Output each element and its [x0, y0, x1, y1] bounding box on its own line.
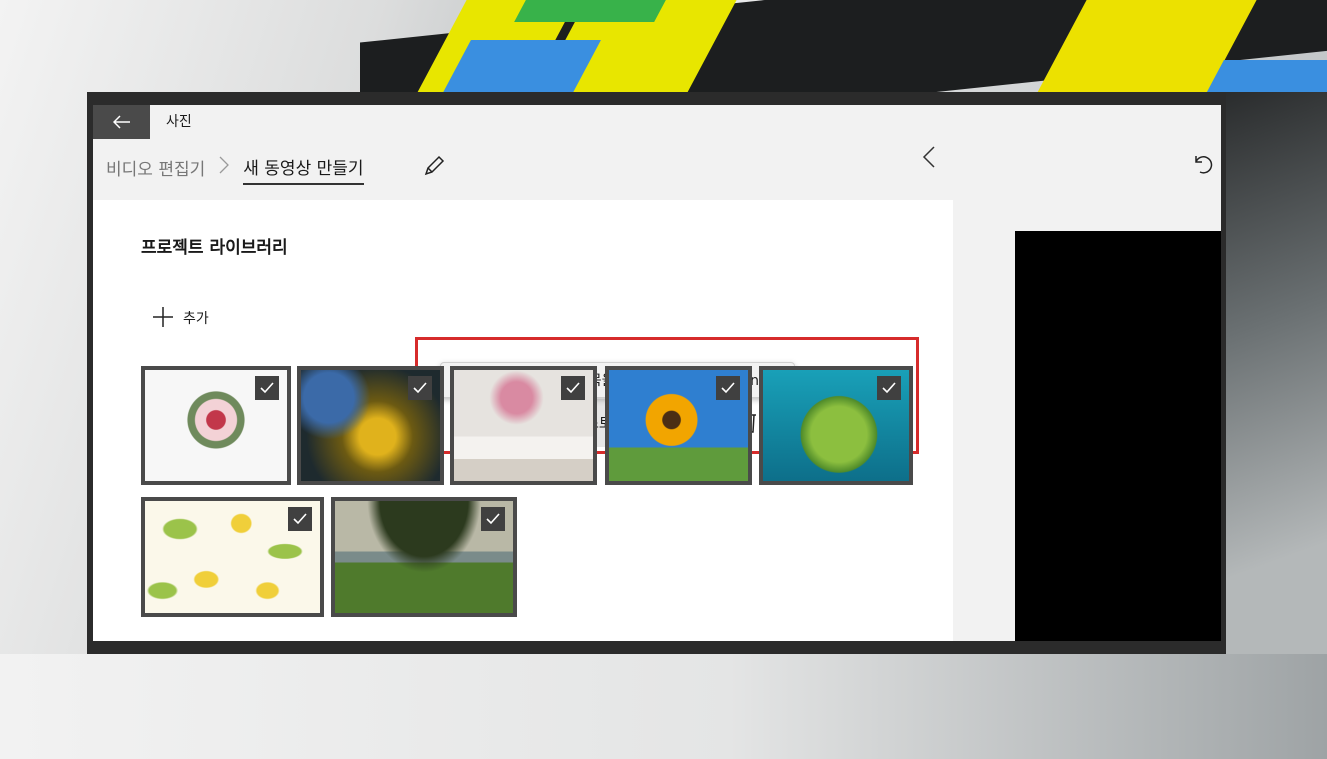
video-preview[interactable]: [1015, 231, 1221, 641]
media-thumbnail-tree-beach[interactable]: [331, 497, 517, 617]
checkmark-icon: [882, 382, 896, 394]
checkmark-icon: [413, 382, 427, 394]
app-title: 사진: [166, 114, 192, 130]
checkmark-icon: [721, 382, 735, 394]
project-library-panel: 프로젝트 라이브러리 추가 스토리보드에 놓기: [93, 200, 953, 641]
title-bar: 사진: [93, 105, 1221, 139]
breadcrumb-project-name[interactable]: 새 동영상 만들기: [243, 154, 364, 185]
media-thumbnail-yellow-flowers[interactable]: [297, 366, 444, 485]
media-thumbnail-green-planet[interactable]: [759, 366, 913, 485]
library-title: 프로젝트 라이브러리: [141, 238, 288, 258]
chevron-left-icon[interactable]: [921, 145, 937, 169]
rename-pencil-icon[interactable]: [421, 153, 447, 179]
plus-icon: [153, 307, 173, 329]
media-thumbnail-sunflower[interactable]: [605, 366, 752, 485]
checkmark-icon: [486, 513, 500, 525]
breadcrumb-video-editor[interactable]: 비디오 편집기: [106, 155, 205, 180]
add-label: 추가: [183, 311, 209, 327]
checkmark-icon: [566, 382, 580, 394]
checkbox-selected[interactable]: [561, 376, 585, 400]
checkmark-icon: [260, 382, 274, 394]
photos-app-window: 사진 비디오 편집기 새 동영상 만들기 프로젝트 라이브러리 추가 항목을: [87, 92, 1226, 654]
checkbox-selected[interactable]: [408, 376, 432, 400]
back-button[interactable]: [93, 105, 150, 139]
undo-icon[interactable]: [1190, 152, 1214, 176]
checkbox-selected[interactable]: [255, 376, 279, 400]
checkbox-selected[interactable]: [288, 507, 312, 531]
checkbox-selected[interactable]: [877, 376, 901, 400]
chevron-right-icon: [219, 156, 230, 179]
checkbox-selected[interactable]: [481, 507, 505, 531]
media-thumbnail-vase-books[interactable]: [450, 366, 597, 485]
checkbox-selected[interactable]: [716, 376, 740, 400]
media-thumbnail-flower-bouquet[interactable]: [141, 366, 291, 485]
media-thumbnail-leaf-pattern[interactable]: [141, 497, 324, 617]
add-button[interactable]: 추가: [153, 305, 209, 331]
arrow-left-icon: [112, 115, 130, 129]
breadcrumb: 비디오 편집기 새 동영상 만들기: [106, 149, 364, 185]
checkmark-icon: [293, 513, 307, 525]
